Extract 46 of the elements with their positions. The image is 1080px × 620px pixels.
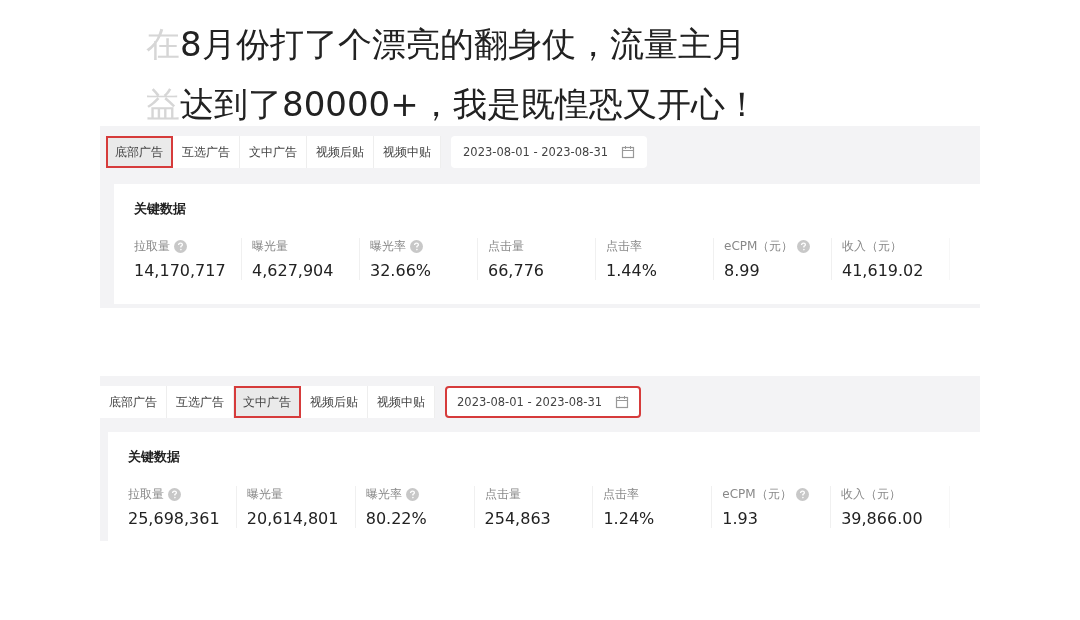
metric-label: 拉取量 xyxy=(128,486,164,503)
metric-value: 8.99 xyxy=(724,261,761,280)
metric-value: 1.24% xyxy=(603,509,656,528)
date-range-field[interactable]: 2023-08-01 - 2023-08-31 xyxy=(451,136,647,168)
metric-label: 点击量 xyxy=(484,486,521,503)
section-title: 关键数据 xyxy=(134,200,187,218)
help-icon[interactable] xyxy=(174,240,187,253)
metric-label: 拉取量 xyxy=(134,238,170,255)
metric-label: 收入（元） xyxy=(841,486,902,503)
metric-value: 25,698,361 xyxy=(128,509,221,528)
metric-value: 39,866.00 xyxy=(841,509,924,528)
article-text: 达到了80000+，我是既惶恐又开心！ xyxy=(180,84,759,124)
metric-value: 80.22% xyxy=(365,509,428,528)
tab[interactable]: 底部广告 xyxy=(106,136,173,168)
metric-label: eCPM（元） xyxy=(724,238,794,255)
tab[interactable]: 文中广告 xyxy=(234,386,301,418)
metric-label: 曝光率 xyxy=(365,486,402,503)
metric-label: 收入（元） xyxy=(842,238,902,255)
section-title: 关键数据 xyxy=(128,448,181,466)
metric-label: eCPM（元） xyxy=(722,486,792,503)
metric-value: 1.93 xyxy=(722,509,759,528)
help-icon[interactable] xyxy=(405,488,419,501)
help-icon[interactable] xyxy=(168,488,181,501)
article-text: 8月份打了个漂亮的翻身仗，流量主月 xyxy=(180,24,746,64)
metric-value: 32.66% xyxy=(370,261,432,280)
help-icon[interactable] xyxy=(410,240,423,253)
metric-label: 点击率 xyxy=(603,486,640,503)
metric-label: 点击率 xyxy=(606,238,642,255)
metric-value: 41,619.02 xyxy=(842,261,925,280)
date-range-field[interactable]: 2023-08-01 - 2023-08-31 xyxy=(445,386,641,418)
metric-label: 曝光量 xyxy=(252,238,288,255)
metric-label: 曝光量 xyxy=(246,486,283,503)
metric-label: 点击量 xyxy=(488,238,524,255)
metric-value: 1.44% xyxy=(606,261,658,280)
metric-label: 曝光率 xyxy=(370,238,406,255)
calendar-icon xyxy=(621,145,635,159)
metric-value: 66,776 xyxy=(488,261,545,280)
metric-value: 20,614,801 xyxy=(246,509,340,528)
metric-value: 254,863 xyxy=(484,509,552,528)
help-icon[interactable] xyxy=(795,488,809,501)
tab[interactable]: 底部广告 xyxy=(100,386,167,418)
faded-text: 益 xyxy=(146,84,180,124)
help-icon[interactable] xyxy=(797,240,811,253)
calendar-icon xyxy=(615,395,629,409)
metric-value: 4,627,904 xyxy=(252,261,335,280)
metric-value: 14,170,717 xyxy=(134,261,227,280)
